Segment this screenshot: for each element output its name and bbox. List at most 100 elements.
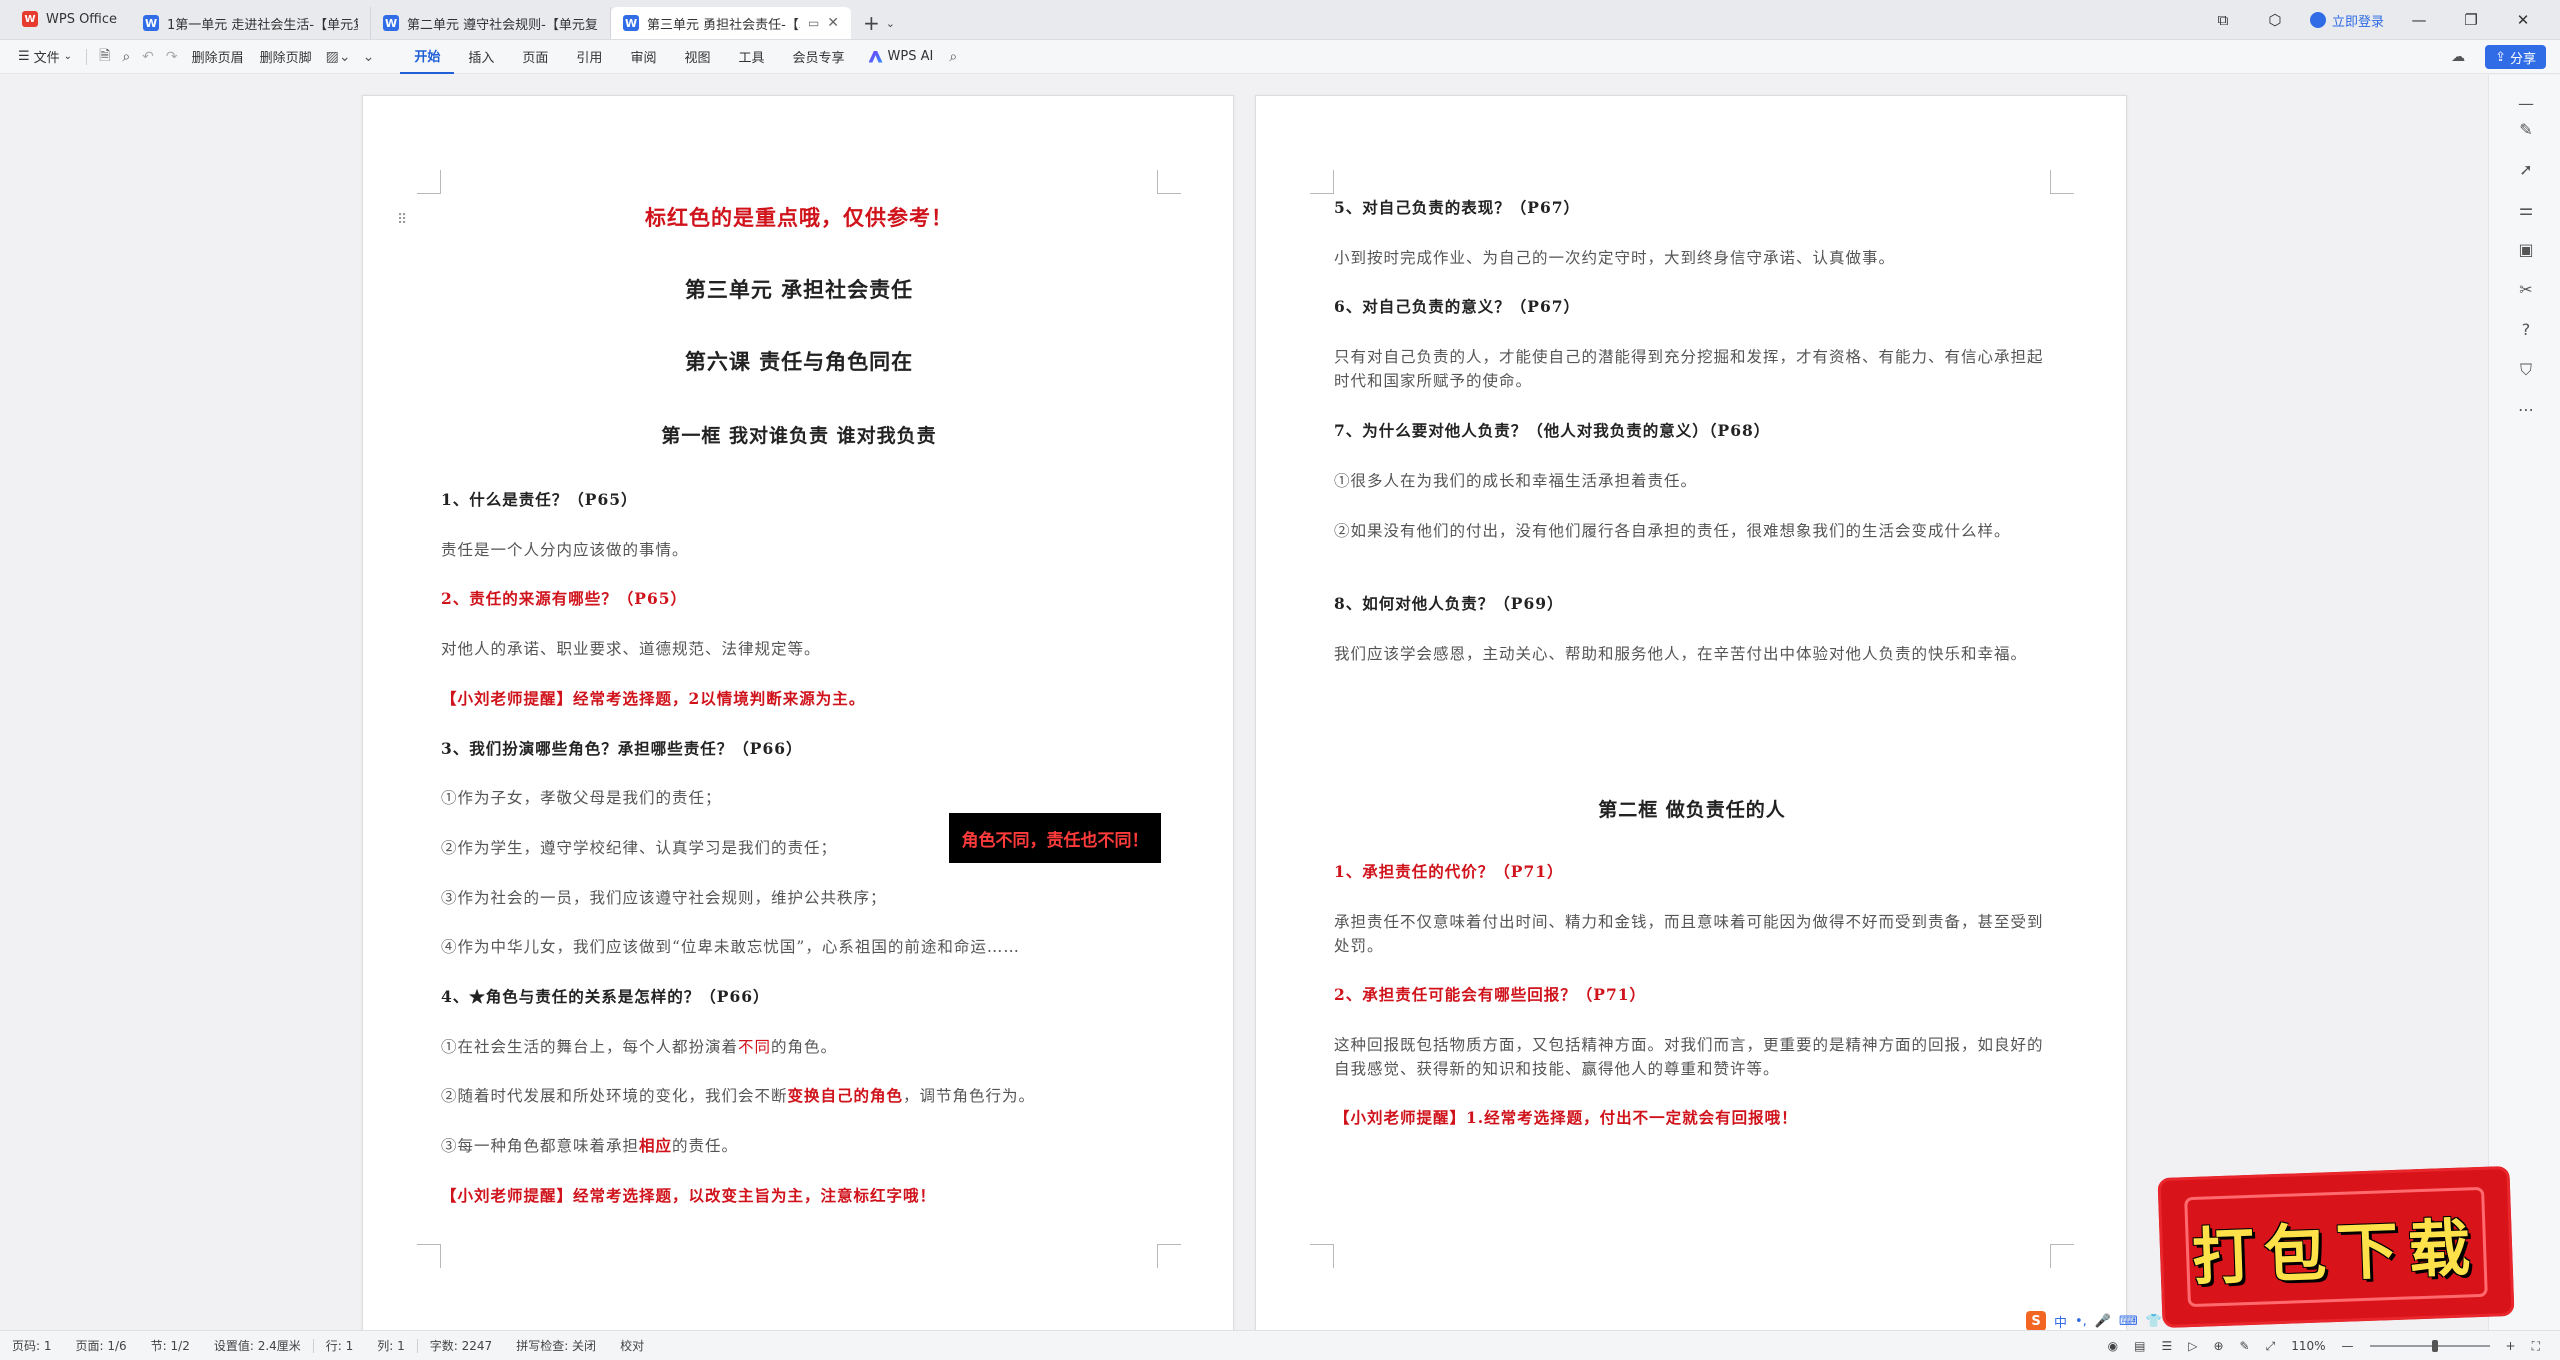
new-tab-button[interactable]: + ⌄ <box>851 7 907 39</box>
answer-text: 这种回报既包括物质方面，又包括精神方面。对我们而言，更重要的是精神方面的回报，如… <box>1334 1036 2044 1078</box>
wps-office-tab[interactable]: W WPS Office <box>8 3 131 35</box>
answer-text: 小到按时完成作业、为自己的一次约定守时，大到终身信守承诺、认真做事。 <box>1334 249 1896 267</box>
page-number-status[interactable]: 页码: 1 <box>0 1337 64 1354</box>
edit-image-icon[interactable]: ▨⌄ <box>320 49 357 65</box>
avatar-icon <box>2309 12 2326 28</box>
search-icon[interactable]: ⌕ <box>943 49 963 65</box>
read-mode-icon[interactable]: ▷ <box>2188 1339 2197 1353</box>
delete-header-button[interactable]: 删除页眉 <box>184 44 252 70</box>
document-tab-2[interactable]: W 第二单元 遵守社会规则-【单元复习】 <box>371 7 612 39</box>
close-tab-icon[interactable]: ✕ <box>827 15 839 31</box>
more-icon[interactable]: ⋯ <box>2517 401 2535 419</box>
mic-icon[interactable]: 🎤 <box>2095 1314 2111 1329</box>
banner-frame: 打包下载 <box>2184 1186 2488 1308</box>
image-edit-icon[interactable]: ▣ <box>2517 241 2535 259</box>
save-icon[interactable]: 🗎 <box>93 45 116 69</box>
key-notice-heading: 标红色的是重点哦，仅供参考！ <box>645 205 953 230</box>
document-tab-1[interactable]: W 1第一单元 走进社会生活-【单元复习】 <box>131 7 372 39</box>
punctuation-icon[interactable]: •, <box>2075 1314 2087 1329</box>
delete-footer-button[interactable]: 删除页脚 <box>252 44 320 70</box>
zoom-level[interactable]: 110% <box>2291 1339 2325 1353</box>
proofread-status[interactable]: 校对 <box>608 1337 656 1354</box>
word-count-status[interactable]: 字数: 2247 <box>418 1337 504 1354</box>
answer-text: ②随着时代发展和所处环境的变化，我们会不断变换自己的角色，调节角色行为。 <box>441 1084 1161 1108</box>
more-chevron-icon[interactable]: ⌄ <box>357 49 381 65</box>
zoom-out-icon[interactable]: — <box>2342 1339 2354 1353</box>
tab-review[interactable]: 审阅 <box>616 40 670 74</box>
restore-icon[interactable]: ❐ <box>2454 11 2488 29</box>
window-controls: ⧉ ⬡ 立即登录 — ❐ ✕ <box>2206 0 2560 40</box>
document-tab-3-active[interactable]: W 第三单元 勇担社会责任-【单元复习】 ▭ ✕ <box>611 7 852 39</box>
tab-home[interactable]: 开始 <box>400 40 455 74</box>
close-window-icon[interactable]: ✕ <box>2506 11 2540 29</box>
minimize-icon[interactable]: — <box>2402 11 2436 29</box>
lesson-title: 第六课 责任与角色同在 <box>684 349 914 374</box>
answer-text: 我们应该学会感恩，主动关心、帮助和服务他人，在辛苦付出中体验对他人负责的快乐和幸… <box>1334 645 2028 663</box>
eye-protect-icon[interactable]: ◉ <box>2108 1339 2118 1353</box>
margin-corner-mark <box>1157 1244 1181 1268</box>
tab-insert[interactable]: 插入 <box>454 40 508 74</box>
chevron-down-icon[interactable]: ⌄ <box>886 17 895 30</box>
banner-label: 打包下载 <box>2190 1210 2482 1295</box>
tab-reference[interactable]: 引用 <box>562 40 616 74</box>
tab-tools[interactable]: 工具 <box>724 40 778 74</box>
fit-page-icon[interactable]: ⤢ <box>2266 1339 2276 1354</box>
section-title: 第一框 我对谁负责 谁对我负责 <box>661 425 937 447</box>
layout-icon[interactable]: ⧉ <box>2206 11 2240 29</box>
column-status[interactable]: 列: 1 <box>365 1337 417 1354</box>
tab-member-label: 会员专享 <box>792 51 845 66</box>
undo-icon[interactable]: ↶ <box>136 49 160 65</box>
pen-icon[interactable]: ✎ <box>2517 121 2535 139</box>
page-count-status[interactable]: 页面: 1/6 <box>64 1337 139 1354</box>
spell-check-status[interactable]: 拼写检查: 关闭 <box>504 1337 608 1354</box>
cursor-icon[interactable]: ➚ <box>2517 161 2535 179</box>
ime-toolbar[interactable]: S 中 •, 🎤 ⌨ 👕 <box>2026 1310 2162 1332</box>
format-painter-icon[interactable]: ⌕ <box>116 49 136 65</box>
wps-ai-button[interactable]: WPS AI <box>859 49 944 64</box>
answer-text: 对他人的承诺、职业要求、道德规范、法律规定等。 <box>441 640 821 658</box>
file-menu-button[interactable]: ☰ 文件 ⌄ <box>10 44 80 70</box>
fullscreen-icon[interactable]: ⛶ <box>2532 1339 2540 1354</box>
skin-icon[interactable]: 👕 <box>2146 1314 2162 1329</box>
highlight-text: 变换自己的角色 <box>787 1086 904 1105</box>
collapse-icon[interactable]: — <box>2517 95 2535 113</box>
document-workspace[interactable]: ⠿ 标红色的是重点哦，仅供参考！ 第三单元 承担社会责任 第六课 责任与角色同在… <box>0 75 2488 1330</box>
document-page-2[interactable]: 5、对自己负责的表现？（P67） 小到按时完成作业、为自己的一次约定守时，大到终… <box>1255 95 2127 1330</box>
question-heading-red: 1、承担责任的代价？（P71） <box>1334 862 1564 881</box>
download-banner[interactable]: 打包下载 <box>2157 1165 2515 1329</box>
ime-language[interactable]: 中 <box>2054 1312 2067 1331</box>
cube-icon[interactable]: ⬡ <box>2258 11 2292 29</box>
write-mode-icon[interactable]: ✎ <box>2240 1339 2250 1353</box>
zoom-slider-knob[interactable] <box>2432 1340 2439 1352</box>
share-icon: ⇪ <box>2495 49 2506 65</box>
tab-member[interactable]: 会员专享 <box>778 40 858 74</box>
redo-icon[interactable]: ↷ <box>160 49 184 65</box>
web-view-icon[interactable]: ⊕ <box>2213 1339 2223 1353</box>
zoom-in-icon[interactable]: + <box>2506 1339 2516 1353</box>
help-icon[interactable]: ? <box>2517 321 2535 339</box>
row-status[interactable]: 行: 1 <box>314 1337 366 1354</box>
zoom-slider[interactable] <box>2369 1340 2490 1352</box>
page-view-icon[interactable]: ▤ <box>2134 1339 2145 1353</box>
login-button[interactable]: 立即登录 <box>2309 11 2384 30</box>
sogou-ime-icon[interactable]: S <box>2026 1311 2046 1331</box>
sliders-icon[interactable]: ⚌ <box>2517 201 2535 219</box>
cloud-sync-icon[interactable]: ☁ <box>2445 49 2471 65</box>
tools-icon[interactable]: ✂ <box>2517 281 2535 299</box>
keyboard-icon[interactable]: ⌨ <box>2119 1314 2138 1329</box>
setting-value-status[interactable]: 设置值: 2.4厘米 <box>202 1337 313 1354</box>
answer-text: ①很多人在为我们的成长和幸福生活承担着责任。 <box>1334 472 1698 490</box>
question-heading: 6、对自己负责的意义？（P67） <box>1334 297 1581 316</box>
tab-view[interactable]: 视图 <box>670 40 724 74</box>
tab-page[interactable]: 页面 <box>508 40 562 74</box>
shirt-icon[interactable]: ⛉ <box>2517 361 2535 379</box>
share-button[interactable]: ⇪ 分享 <box>2485 45 2546 69</box>
outline-view-icon[interactable]: ☰ <box>2161 1339 2172 1353</box>
question-heading: 7、为什么要对他人负责？（他人对我负责的意义）（P68） <box>1334 421 1771 440</box>
screen-icon[interactable]: ▭ <box>808 16 819 30</box>
document-page-1[interactable]: ⠿ 标红色的是重点哦，仅供参考！ 第三单元 承担社会责任 第六课 责任与角色同在… <box>362 95 1234 1330</box>
text-run: ③每一种角色都意味着承担 <box>441 1137 640 1155</box>
word-doc-icon: W <box>143 15 160 31</box>
callout-box: 角色不同，责任也不同！ <box>949 813 1161 863</box>
section-status[interactable]: 节: 1/2 <box>139 1337 202 1354</box>
